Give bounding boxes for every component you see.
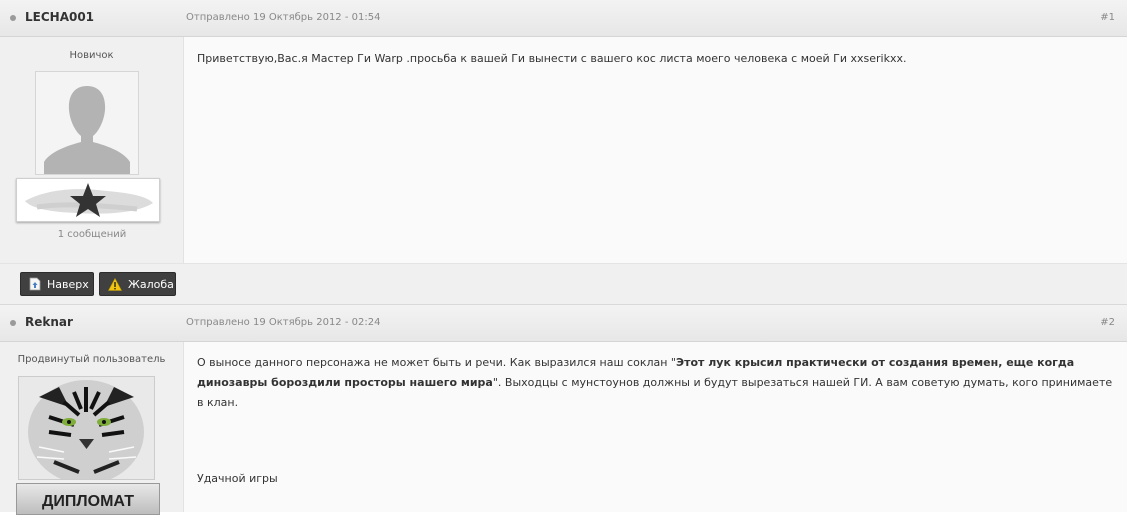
post-header: Reknar Отправлено 19 Октябрь 2012 - 02:2… (0, 305, 1127, 342)
post-content: Приветствую,Вас.я Мастер Ги Warp .просьб… (184, 37, 1127, 263)
page-up-icon (29, 277, 41, 291)
badge-text: ДИПЛОМАТ (42, 493, 134, 510)
default-user-silhouette-icon[interactable] (35, 71, 139, 175)
back-to-top-button[interactable]: Наверх (20, 272, 94, 296)
post-text: О выносе данного персонажа не может быть… (197, 353, 1115, 413)
user-rank: Новичок (69, 50, 114, 61)
warning-icon (108, 277, 122, 291)
post-text: Приветствую,Вас.я Мастер Ги Warp .просьб… (197, 52, 907, 65)
report-button[interactable]: Жалоба (99, 272, 176, 296)
post-body: Продвинутый пользователь ДИПЛОМАТ О выно… (0, 342, 1127, 515)
post-date: Отправлено 19 Октябрь 2012 - 01:54 (186, 12, 381, 23)
post-content: О выносе данного персонажа не может быть… (184, 342, 1127, 512)
author-name[interactable]: Reknar (25, 315, 73, 329)
user-info: Новичок 1 сообщений (0, 37, 184, 263)
post-number-link[interactable]: #2 (1100, 317, 1115, 328)
online-status-icon (10, 15, 16, 21)
post-count: 1 сообщений (57, 229, 127, 240)
post-body: Новичок 1 сообщений Приветствую,Вас.я Ма… (0, 37, 1127, 263)
back-to-top-label: Наверх (47, 277, 89, 291)
post-2: Reknar Отправлено 19 Октябрь 2012 - 02:2… (0, 305, 1127, 515)
report-label: Жалоба (128, 277, 174, 291)
post-footer: Наверх Жалоба (0, 263, 1127, 304)
post-number-link[interactable]: #1 (1100, 12, 1115, 23)
post-1: LECHA001 Отправлено 19 Октябрь 2012 - 01… (0, 0, 1127, 305)
user-info: Продвинутый пользователь ДИПЛОМАТ (0, 342, 184, 515)
author-name[interactable]: LECHA001 (25, 10, 94, 24)
user-rank: Продвинутый пользователь (17, 354, 166, 365)
tiger-avatar-icon[interactable] (18, 376, 155, 480)
rank-badge: ДИПЛОМАТ (16, 483, 160, 515)
post-header: LECHA001 Отправлено 19 Октябрь 2012 - 01… (0, 0, 1127, 37)
online-status-icon (10, 320, 16, 326)
rank-badge (16, 178, 160, 222)
post-closing: Удачной игры (197, 472, 278, 485)
post-text-intro: О выносе данного персонажа не может быть… (197, 356, 676, 369)
post-date: Отправлено 19 Октябрь 2012 - 02:24 (186, 317, 381, 328)
